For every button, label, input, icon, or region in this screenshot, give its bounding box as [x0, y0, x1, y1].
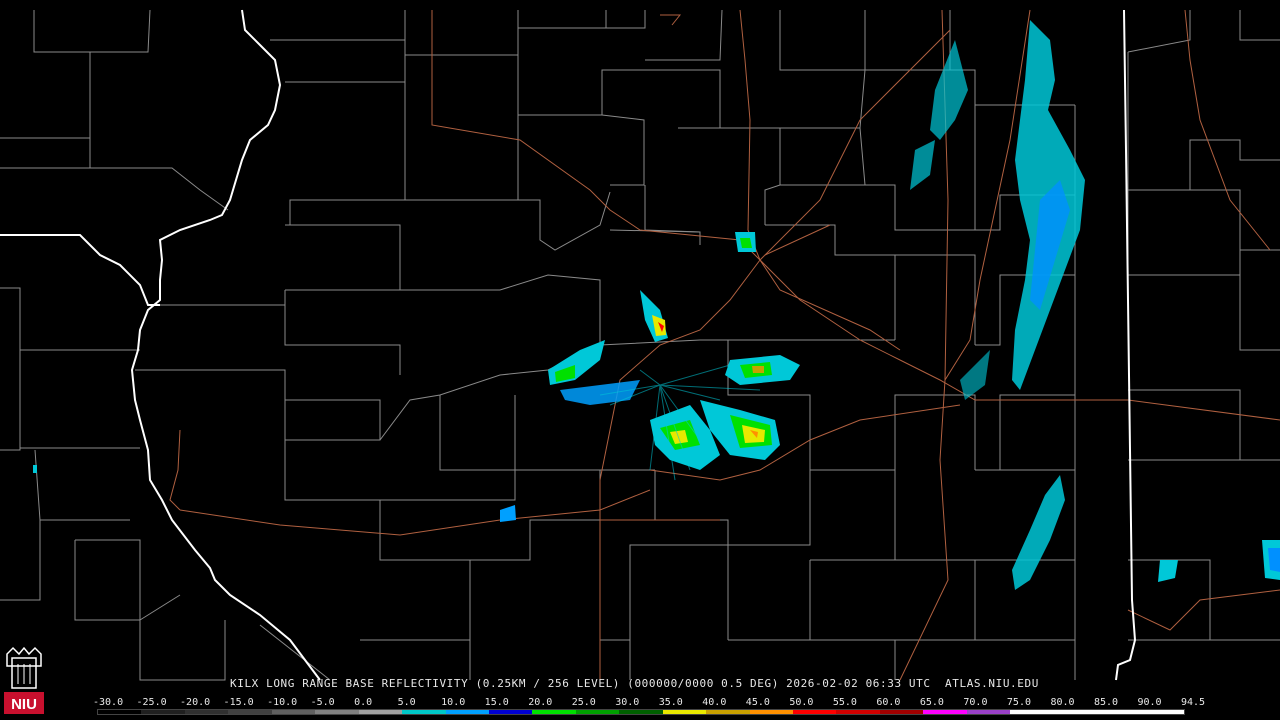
legend-label: 94.5: [1181, 697, 1206, 708]
legend-label: 70.0: [963, 697, 988, 708]
legend-swatch: [879, 710, 924, 714]
legend-label: 80.0: [1050, 697, 1075, 708]
legend-label: 15.0: [484, 697, 509, 708]
legend-swatch: [315, 710, 359, 714]
logo-text: NIU: [11, 696, 37, 713]
legend-swatch: [662, 710, 707, 714]
legend-label: -15.0: [223, 697, 254, 708]
legend-swatch: [358, 710, 403, 714]
legend-swatch: [228, 710, 272, 714]
legend-swatch: [1097, 710, 1141, 714]
legend-swatch: [488, 710, 533, 714]
legend-swatch: [184, 710, 229, 714]
legend-swatch: [402, 710, 446, 714]
product-title: KILX LONG RANGE BASE REFLECTIVITY (0.25K…: [230, 677, 1039, 690]
legend-swatch: [532, 710, 576, 714]
color-scale-bar: [97, 709, 1185, 715]
legend-label: -25.0: [136, 697, 167, 708]
legend-label: 35.0: [658, 697, 683, 708]
legend-swatch: [749, 710, 793, 714]
legend-label: -20.0: [180, 697, 211, 708]
legend-label: 0.0: [354, 697, 373, 708]
legend-label: 50.0: [789, 697, 814, 708]
legend-label: 60.0: [876, 697, 901, 708]
radar-map: [0, 0, 1280, 720]
legend-swatch: [1010, 710, 1054, 714]
legend-label: 75.0: [1006, 697, 1031, 708]
legend-swatch: [966, 710, 1011, 714]
legend-swatch: [575, 710, 620, 714]
legend-swatch: [141, 710, 185, 714]
legend-swatch: [923, 710, 967, 714]
legend-label: 55.0: [832, 697, 857, 708]
legend-swatch: [836, 710, 880, 714]
legend-label: 85.0: [1093, 697, 1119, 708]
legend-label: 45.0: [745, 697, 770, 708]
legend-label: 65.0: [919, 697, 944, 708]
legend-label: 5.0: [397, 697, 416, 708]
legend-labels: -30.0 -25.0 -20.0 -15.0 -10.0 -5.0 0.0 5.0 10.0 1…: [93, 697, 1205, 709]
legend-swatch: [706, 710, 750, 714]
legend-label: 40.0: [702, 697, 727, 708]
legend-label: 10.0: [441, 697, 466, 708]
legend-swatch: [271, 710, 316, 714]
legend-label: 90.0: [1137, 697, 1162, 708]
legend-label: -5.0: [310, 697, 335, 708]
legend-swatch: [619, 710, 663, 714]
legend-label: -30.0: [93, 697, 124, 708]
legend-swatch: [445, 710, 489, 714]
legend-swatch: [793, 710, 837, 714]
niu-logo: NIU: [3, 646, 45, 716]
legend-swatch: [98, 710, 142, 714]
legend-swatch: [1140, 710, 1184, 714]
legend-swatch: [1053, 710, 1098, 714]
legend-label: 30.0: [615, 697, 640, 708]
legend-label: -10.0: [267, 697, 298, 708]
legend-label: 20.0: [528, 697, 553, 708]
legend-label: 25.0: [571, 697, 596, 708]
